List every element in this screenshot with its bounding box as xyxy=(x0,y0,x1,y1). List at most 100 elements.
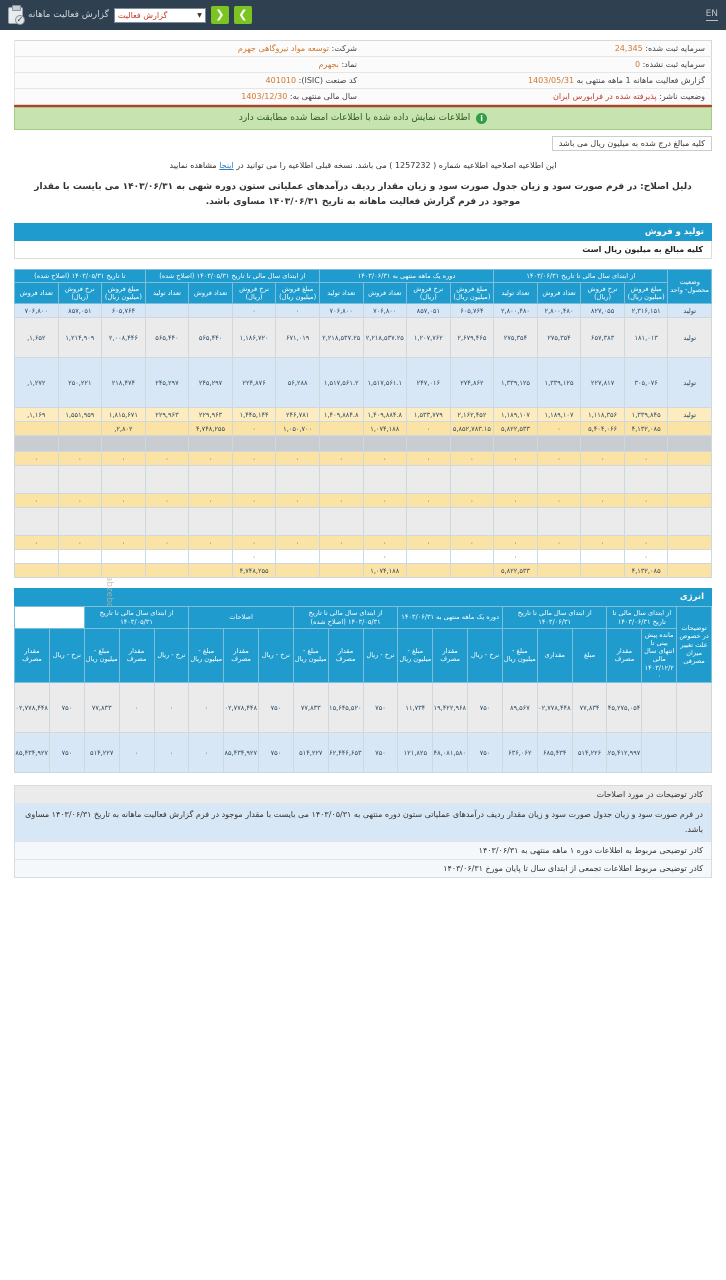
period-label: گزارش فعالیت ماهانه 1 ماهه منتهی به xyxy=(576,76,705,85)
report-type-select[interactable]: ▼ گزارش فعالیت xyxy=(113,7,206,23)
table-cell: ۱,۶۵۲, xyxy=(14,317,59,359)
table-cell: ۱,۱۶۹, xyxy=(14,407,59,423)
table-row: تولید ۳۰۵,۰۷۶ ۲۲۷,۸۱۷ ۱,۳۳۹,۱۲۵ ۱,۳۳۹,۱۲۵ ۲۷۴… xyxy=(14,357,712,409)
table-cell: ۰ xyxy=(188,682,225,734)
top-bar: EN ❯ ❮ ▼ گزارش فعالیت گزارش فعالیت ماهان… xyxy=(0,0,726,30)
table-cell: ۰ xyxy=(275,493,320,509)
table-cell: ۰ xyxy=(231,421,277,437)
col-group-header: از ابتدای سال مالی تا تاریخ ۱۴۰۳/۰۶/۳۱ xyxy=(606,606,678,629)
table-cell: ۰ xyxy=(144,451,190,467)
production-section-title: تولید و فروش xyxy=(14,222,712,241)
table-cell xyxy=(406,507,451,537)
table-cell: ۶۷۱,۰۱۹ xyxy=(275,317,320,359)
info-cell-issuer-status: وضعیت ناشر: پذیرفته شده در فرابورس ایران xyxy=(363,89,712,105)
table-cell xyxy=(362,507,408,537)
table-cell xyxy=(57,435,103,453)
table-cell: ۰ xyxy=(57,535,103,551)
cell-unit xyxy=(667,493,712,509)
table-cell: ۰ xyxy=(144,535,190,551)
table-cell: ۲,۲۱۸,۵۳۷.۲۵ xyxy=(318,317,364,359)
table-cell: ۰ xyxy=(493,549,538,565)
production-table-head: وضعیت محصول- واحد از ابتدای سال مالی تا ت… xyxy=(14,268,712,305)
table-cell: ۱,۱۱۸,۳۵۶ xyxy=(580,407,625,423)
table-cell: ۱,۳۳۹,۸۴۵ xyxy=(623,407,669,423)
table-cell xyxy=(449,435,495,453)
table-sub-header-row: مانده پیش بینی تا انتهای سال مالی ۱۴۰۳/۱… xyxy=(14,627,712,684)
table-cell: ۱۰۲,۷۷۸,۴۴۸ xyxy=(536,682,573,734)
table-cell: ۰ xyxy=(188,535,233,551)
table-cell: ۶۳۶,۰۶۲ xyxy=(501,732,538,774)
table-row: ۰۰۰۰۰۰۰۰۰۰۰۰۰۰۰ xyxy=(14,451,712,467)
table-cell: ۵۶,۲۸۸ xyxy=(275,357,320,409)
table-cell xyxy=(101,549,146,565)
table-cell xyxy=(188,303,233,319)
table-cell: ۰ xyxy=(406,493,451,509)
table-cell xyxy=(449,549,495,565)
info-row: سرمایه ثبت نشده: 0 نماد: بجهرم xyxy=(14,56,712,73)
table-cell xyxy=(101,507,146,537)
cell-unit: تولید xyxy=(667,303,712,319)
table-cell: ۲۷۴,۸۶۲ xyxy=(449,357,495,409)
next-report-button[interactable]: ❮ xyxy=(210,6,229,24)
cell-unit xyxy=(667,435,712,453)
table-cell: ۴۵,۲۷۵,۰۵۴ xyxy=(606,682,643,734)
table-cell: ۰ xyxy=(101,493,146,509)
table-cell: ۶۸۵,۴۳۴ xyxy=(536,732,573,774)
table-cell xyxy=(623,465,669,495)
col-header-unit: توضیحات در خصوص علت تغییر میزان مصرفی xyxy=(676,606,712,684)
table-row: ۴,۱۳۲,۰۸۵ ۵,۴۰۴,۰۶۶ ۰ ۵,۸۲۲,۵۳۳ ۵,۸۵۲,۷۸۳.۱۵… xyxy=(14,421,712,437)
table-cell: ۰ xyxy=(153,682,190,734)
table-cell: ۰ xyxy=(580,451,625,467)
table-cell: ۲۲۴,۸۷۶ xyxy=(231,357,277,409)
table-cell xyxy=(449,507,495,537)
col-header: مقدار مصرف xyxy=(118,627,155,684)
table-cell: ۰ xyxy=(449,451,495,467)
amendment-reason: دلیل اصلاح: در فرم صورت سود و زیان جدول … xyxy=(34,182,692,208)
info-row: سرمایه ثبت شده: 24,345 شرکت: توسعه مواد … xyxy=(14,40,712,57)
table-cell xyxy=(362,435,408,453)
col-header: مبلغ - میلیون ریال xyxy=(292,627,329,684)
col-header: مانده پیش بینی تا انتهای سال مالی ۱۴۰۳/۱… xyxy=(641,627,678,684)
previous-version-link[interactable]: اینجا xyxy=(219,161,233,170)
col-header: مبلغ - میلیون ریال xyxy=(83,627,120,684)
cell-unit xyxy=(676,682,712,734)
table-cell: ۴,۱۳۲,۰۸۵ xyxy=(623,563,669,579)
col-header: مبلغ فروش (میلیون ریال) xyxy=(275,281,320,305)
table-cell: ۰ xyxy=(362,493,408,509)
table-cell: ۱,۵۵۱,۹۵۹ xyxy=(57,407,103,423)
col-header: تعداد فروش xyxy=(14,281,59,305)
table-cell: ۱,۰۷۴,۱۸۸ xyxy=(362,421,408,437)
table-cell xyxy=(623,507,669,537)
table-cell: ۱,۳۳۹,۱۲۵ xyxy=(536,357,582,409)
prev-report-button[interactable]: ❯ xyxy=(233,6,252,24)
symbol-label: نماد: xyxy=(341,60,357,69)
table-cell xyxy=(188,435,233,453)
table-cell xyxy=(57,563,103,579)
registered-capital-value: 24,345 xyxy=(614,44,643,53)
table-cell xyxy=(275,507,320,537)
table-cell xyxy=(101,435,146,453)
table-cell: ۶۸۵,۴۳۴,۹۲۷ xyxy=(14,732,50,774)
table-cell: ۰ xyxy=(188,451,233,467)
table-cell xyxy=(188,549,233,565)
table-cell xyxy=(318,507,364,537)
table-cell: ۲,۸۰۲, xyxy=(101,421,146,437)
col-header: تعداد تولید xyxy=(144,281,190,305)
table-cell: ۰ xyxy=(14,493,59,509)
table-cell xyxy=(101,465,146,495)
unregistered-capital-label: سرمایه ثبت نشده: xyxy=(642,60,705,69)
table-row: ۰۰۰۰۰۰۰۰۰۰۰۰۰۰۰ xyxy=(14,535,712,551)
language-toggle-button[interactable]: EN xyxy=(705,9,718,21)
table-cell: ۲۴۵,۲۹۷ xyxy=(188,357,233,409)
col-header: نرخ فروش (ریال) xyxy=(580,281,625,305)
table-cell xyxy=(318,563,364,579)
table-cell: ۲,۲۱۸,۵۳۷.۲۵ xyxy=(362,317,408,359)
table-cell: ۱,۵۱۷,۵۶۱.۲ xyxy=(318,357,364,409)
info-cell-isic: کد صنعت (ISIC): 401010 xyxy=(14,72,363,89)
info-cell-symbol: نماد: بجهرم xyxy=(14,56,363,73)
table-cell xyxy=(231,507,277,537)
table-cell: ۰ xyxy=(406,421,451,437)
explanation-notes: کادر توضیحات در مورد اصلاحات در فرم صورت… xyxy=(14,785,712,878)
table-cell: ۴,۷۴۸,۲۵۵ xyxy=(188,421,233,437)
col-header: مقدار مصرف xyxy=(14,627,50,684)
